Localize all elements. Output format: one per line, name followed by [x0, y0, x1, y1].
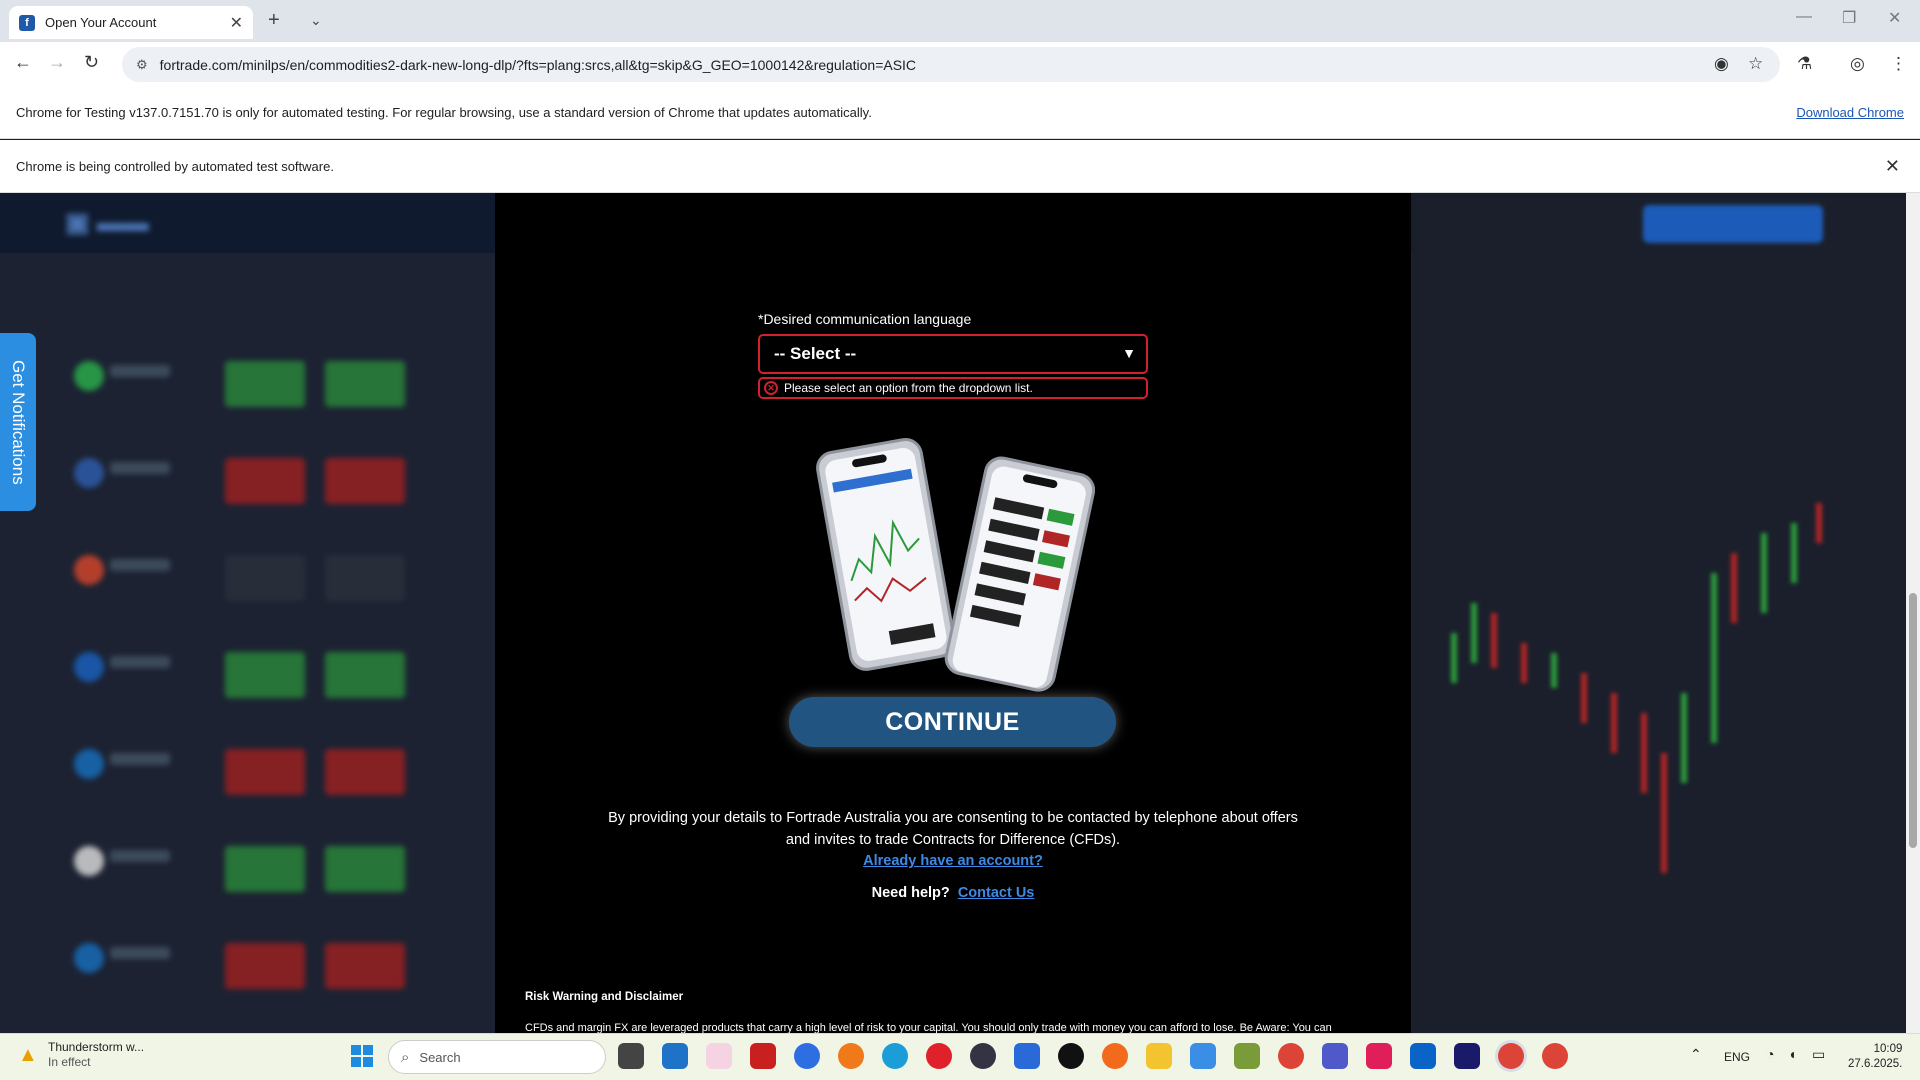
eye-off-icon[interactable]: ◉	[1714, 54, 1729, 74]
browser-toolbar: ← → ↻ ⚙ fortrade.com/minilps/en/commodit…	[0, 42, 1920, 87]
language-error-message: ✕ Please select an option from the dropd…	[758, 377, 1148, 399]
infobar-close-icon[interactable]: ✕	[1885, 156, 1900, 177]
tab-close-icon[interactable]: ✕	[230, 13, 243, 33]
orange-app-icon[interactable]	[1102, 1043, 1128, 1069]
phones-illustration	[816, 438, 1095, 692]
language-select[interactable]: -- Select -- ▼	[758, 334, 1148, 374]
account-modal: *Desired communication language -- Selec…	[495, 193, 1411, 1033]
address-bar[interactable]: ⚙ fortrade.com/minilps/en/commodities2-d…	[122, 47, 1780, 82]
consent-text: By providing your details to Fortrade Au…	[608, 810, 1298, 848]
language-indicator[interactable]: ENG	[1724, 1050, 1750, 1064]
language-label: *Desired communication language	[758, 311, 972, 327]
teams-app-icon[interactable]	[1322, 1043, 1348, 1069]
need-help-label: Need help?	[871, 885, 950, 901]
new-tab-icon[interactable]: +	[268, 8, 280, 32]
dark-app-icon[interactable]	[1058, 1043, 1084, 1069]
wifi-icon[interactable]: ◔	[1766, 1046, 1774, 1062]
profile-icon[interactable]: ◎	[1850, 54, 1865, 74]
opera-app-icon[interactable]	[926, 1043, 952, 1069]
browser-chrome: f Open Your Account ✕ + ⌄ — ❐ ✕ ← → ↻ ⚙ …	[0, 0, 1920, 87]
tab-title: Open Your Account	[45, 15, 157, 30]
clock-time: 10:09	[1873, 1043, 1903, 1055]
browser-tab-active[interactable]: f Open Your Account ✕	[9, 6, 253, 39]
automation-infobar: Chrome is being controlled by automated …	[0, 140, 1920, 193]
minimize-icon[interactable]: —	[1796, 8, 1812, 26]
tray-overflow-icon[interactable]: ⌃	[1690, 1046, 1702, 1063]
search-icon: ⌕	[401, 1048, 410, 1066]
map-app-icon[interactable]	[1234, 1043, 1260, 1069]
battery-icon[interactable]: ▭	[1812, 1046, 1825, 1063]
weather-widget[interactable]: ▲ Thunderstorm w... In effect	[18, 1040, 144, 1070]
chrome-active-app-icon[interactable]	[1498, 1043, 1524, 1069]
blurred-create-account-button	[1643, 205, 1823, 243]
taskbar-search[interactable]: ⌕ Search	[388, 1040, 606, 1074]
testing-notice-text: Chrome for Testing v137.0.7151.70 is onl…	[16, 105, 872, 120]
address-url: fortrade.com/minilps/en/commodities2-dar…	[159, 56, 917, 73]
folder-app-icon[interactable]	[1146, 1043, 1172, 1069]
tab-search-chevron-icon[interactable]: ⌄	[310, 8, 322, 32]
file-manager-app-icon[interactable]	[618, 1043, 644, 1069]
error-icon: ✕	[764, 381, 778, 395]
firefox-app-icon[interactable]	[838, 1043, 864, 1069]
get-notifications-tab[interactable]: Get Notifications	[0, 333, 36, 511]
outlook-app-icon[interactable]	[1410, 1043, 1436, 1069]
blurred-instrument-list: ▣ ▬▬	[0, 193, 495, 1033]
risk-warning-title: Risk Warning and Disclaimer	[525, 991, 684, 1003]
need-help-line: Need help? Contact Us	[495, 885, 1411, 901]
language-select-value: -- Select --	[774, 344, 857, 363]
already-have-account-link[interactable]: Already have an account?	[495, 853, 1411, 869]
windows-start-icon[interactable]	[350, 1044, 374, 1068]
automation-notice-text: Chrome is being controlled by automated …	[16, 158, 334, 174]
thunderstorm-warning-icon: ▲	[18, 1044, 38, 1066]
wordpress-app-icon[interactable]	[970, 1043, 996, 1069]
risk-warning-text: CFDs and margin FX are leveraged product…	[525, 1022, 1332, 1033]
menu-kebab-icon[interactable]: ⋮	[1890, 54, 1907, 74]
reload-icon[interactable]: ↻	[84, 52, 99, 73]
chrome-app-icon[interactable]	[1278, 1043, 1304, 1069]
language-error-text: Please select an option from the dropdow…	[784, 381, 1033, 395]
site-info-icon[interactable]: ⚙	[136, 57, 148, 73]
app-store-icon[interactable]	[1190, 1043, 1216, 1069]
taskbar-search-label: Search	[419, 1049, 461, 1065]
scrollbar-thumb[interactable]	[1909, 593, 1917, 848]
weather-subtitle: In effect	[48, 1055, 91, 1069]
app-icon-pink[interactable]	[706, 1043, 732, 1069]
labs-flask-icon[interactable]: ⚗	[1797, 54, 1812, 74]
contact-us-link[interactable]: Contact Us	[958, 885, 1035, 901]
bookmark-star-icon[interactable]: ☆	[1748, 54, 1763, 74]
clock-date: 27.6.2025.	[1848, 1058, 1903, 1070]
volume-icon[interactable]: ◖	[1788, 1046, 1796, 1062]
back-icon[interactable]: ←	[14, 52, 32, 73]
download-chrome-link[interactable]: Download Chrome	[1796, 105, 1904, 120]
teamviewer-app-icon[interactable]	[662, 1043, 688, 1069]
slack-app-icon[interactable]	[1366, 1043, 1392, 1069]
blurred-chart-area	[1411, 193, 1920, 1033]
fortrade-favicon-icon: f	[19, 14, 35, 31]
weather-title: Thunderstorm w...	[48, 1040, 145, 1054]
testing-infobar: Chrome for Testing v137.0.7151.70 is onl…	[0, 87, 1920, 139]
window-close-icon[interactable]: ✕	[1888, 8, 1901, 28]
restore-icon[interactable]: ❐	[1842, 8, 1856, 28]
continue-button[interactable]: CONTINUE	[789, 697, 1116, 747]
system-clock[interactable]: 10:09 27.6.2025.	[1848, 1042, 1902, 1072]
chevron-down-icon: ▼	[1122, 345, 1136, 361]
forward-icon[interactable]: →	[48, 52, 66, 73]
shield-app-icon[interactable]	[1014, 1043, 1040, 1069]
windows-taskbar: ▲ Thunderstorm w... In effect ⌕ Search ⌃…	[0, 1033, 1920, 1080]
page-viewport: ▣ ▬▬ Get Notifications *Desired communic…	[0, 193, 1920, 1033]
acrobat-app-icon[interactable]	[750, 1043, 776, 1069]
zoom-app-icon[interactable]	[794, 1043, 820, 1069]
jetbrains-app-icon[interactable]	[1454, 1043, 1480, 1069]
blurred-logo: ▣ ▬▬	[65, 207, 149, 237]
chrome-testing-app-icon[interactable]	[1542, 1043, 1568, 1069]
page-scrollbar[interactable]	[1906, 193, 1920, 1033]
edge-app-icon[interactable]	[882, 1043, 908, 1069]
